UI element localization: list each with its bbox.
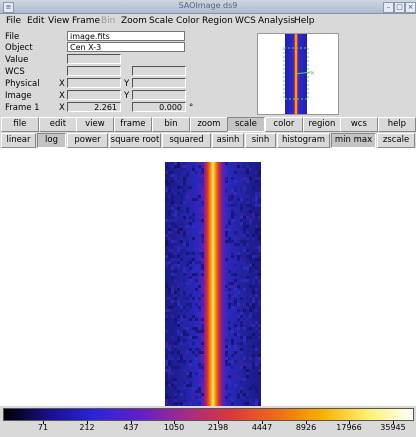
colorbar-tick-label: 437 bbox=[123, 423, 139, 432]
object-field: Cen X-3 bbox=[67, 42, 185, 52]
button-scale[interactable]: scale bbox=[227, 117, 265, 132]
menu-zoom[interactable]: Zoom bbox=[121, 16, 147, 26]
button-zoom[interactable]: zoom bbox=[190, 117, 228, 132]
menu-edit[interactable]: Edit bbox=[27, 16, 44, 26]
button-help[interactable]: help bbox=[378, 117, 416, 132]
scale-button-histogram[interactable]: histogram bbox=[277, 133, 330, 148]
file-field: image.fits bbox=[67, 31, 185, 41]
menu-analysis[interactable]: Analysis bbox=[258, 16, 295, 26]
minimize-icon[interactable]: – bbox=[383, 2, 394, 13]
image-row: Image X Y bbox=[3, 90, 253, 102]
button-wcs[interactable]: wcs bbox=[340, 117, 378, 132]
menu-bin: Bin bbox=[101, 16, 116, 26]
button-frame[interactable]: frame bbox=[114, 117, 152, 132]
value-field bbox=[67, 54, 121, 64]
physical-y-label: Y bbox=[124, 79, 130, 89]
button-color[interactable]: color bbox=[265, 117, 303, 132]
menu-region[interactable]: Region bbox=[202, 16, 233, 26]
scale-button-linear[interactable]: linear bbox=[1, 133, 36, 148]
physical-y-field bbox=[132, 78, 186, 88]
scale-button-log[interactable]: log bbox=[37, 133, 66, 148]
physical-x-label: X bbox=[59, 79, 65, 89]
value-row: Value bbox=[3, 54, 253, 66]
zoom-field: 2.261 bbox=[67, 102, 121, 112]
colorbar-tick-label: 71 bbox=[37, 423, 49, 432]
scale-button-sinh[interactable]: sinh bbox=[245, 133, 276, 148]
image-x-field bbox=[67, 90, 121, 100]
value-label: Value bbox=[5, 55, 29, 65]
wcs-label: WCS bbox=[5, 67, 25, 77]
colorbar-tick-label: 4447 bbox=[251, 423, 273, 432]
window-titlebar: ≡ SAOImage ds9 – □ × bbox=[0, 0, 416, 14]
image-y-field bbox=[132, 90, 186, 100]
image-x-label: X bbox=[59, 91, 65, 101]
colorbar-tick-label: 2198 bbox=[207, 423, 229, 432]
physical-label: Physical bbox=[5, 79, 40, 89]
colorbar[interactable] bbox=[3, 408, 414, 421]
menu-file[interactable]: File bbox=[6, 16, 21, 26]
button-edit[interactable]: edit bbox=[39, 117, 77, 132]
scale-button-min-max[interactable]: min max bbox=[331, 133, 376, 148]
image-label: Image bbox=[5, 91, 32, 101]
menu-wcs[interactable]: WCS bbox=[235, 16, 256, 26]
menubar: File Edit View Frame Bin Zoom Scale Colo… bbox=[0, 14, 416, 29]
physical-row: Physical X Y bbox=[3, 78, 253, 90]
colorbar-ticks: 71 212 437 1050 2198 4447 8926 17966 35945 bbox=[0, 421, 416, 435]
degree-symbol: ° bbox=[189, 103, 194, 113]
maximize-icon[interactable]: □ bbox=[394, 2, 405, 13]
menu-frame[interactable]: Frame bbox=[72, 16, 100, 26]
wcs-field-x bbox=[67, 66, 121, 76]
colorbar-tick-label: 8926 bbox=[295, 423, 317, 432]
image-y-label: Y bbox=[124, 91, 130, 101]
image-frame[interactable] bbox=[0, 148, 416, 408]
frame-row: Frame 1 X 2.261 0.000 ° bbox=[3, 102, 253, 114]
scale-button-power[interactable]: power bbox=[67, 133, 108, 148]
wcs-row: WCS bbox=[3, 66, 253, 78]
menu-view[interactable]: View bbox=[48, 16, 69, 26]
button-bin[interactable]: bin bbox=[152, 117, 190, 132]
colorbar-tick-label: 17966 bbox=[336, 423, 362, 432]
zoom-x-label: X bbox=[59, 103, 65, 113]
close-icon[interactable]: × bbox=[405, 2, 416, 13]
colorbar-tick-label: 1050 bbox=[163, 423, 185, 432]
button-bar: file edit view frame bin zoom scale color region… bbox=[0, 117, 416, 132]
colorbar-tick-label: 212 bbox=[79, 423, 95, 432]
panner-thumbnail: ✕ bbox=[283, 34, 315, 114]
scale-button-squared[interactable]: squared bbox=[162, 133, 211, 148]
menu-help[interactable]: Help bbox=[294, 16, 315, 26]
wcs-field-y bbox=[132, 66, 186, 76]
colorbar-tick-label: 35945 bbox=[380, 423, 406, 432]
menu-scale[interactable]: Scale bbox=[149, 16, 173, 26]
scale-button-bar: linear log power square root squared asinh sin… bbox=[0, 133, 416, 148]
image-display[interactable] bbox=[0, 148, 416, 408]
button-file[interactable]: file bbox=[1, 117, 39, 132]
button-view[interactable]: view bbox=[76, 117, 114, 132]
physical-x-field bbox=[67, 78, 121, 88]
object-row: Object Cen X-3 bbox=[3, 42, 253, 54]
panner-compass-glyph: ✕ bbox=[310, 70, 315, 77]
scale-button-square-root[interactable]: square root bbox=[109, 133, 161, 148]
window-title: SAOImage ds9 bbox=[178, 1, 238, 10]
menu-color[interactable]: Color bbox=[176, 16, 200, 26]
scale-button-asinh[interactable]: asinh bbox=[212, 133, 244, 148]
frame-label: Frame 1 bbox=[5, 103, 40, 113]
button-region[interactable]: region bbox=[303, 117, 341, 132]
scale-button-zscale[interactable]: zscale bbox=[377, 133, 415, 148]
file-label: File bbox=[5, 32, 20, 42]
object-label: Object bbox=[5, 43, 33, 53]
panner[interactable]: ✕ bbox=[257, 33, 339, 115]
angle-field: 0.000 bbox=[132, 102, 186, 112]
